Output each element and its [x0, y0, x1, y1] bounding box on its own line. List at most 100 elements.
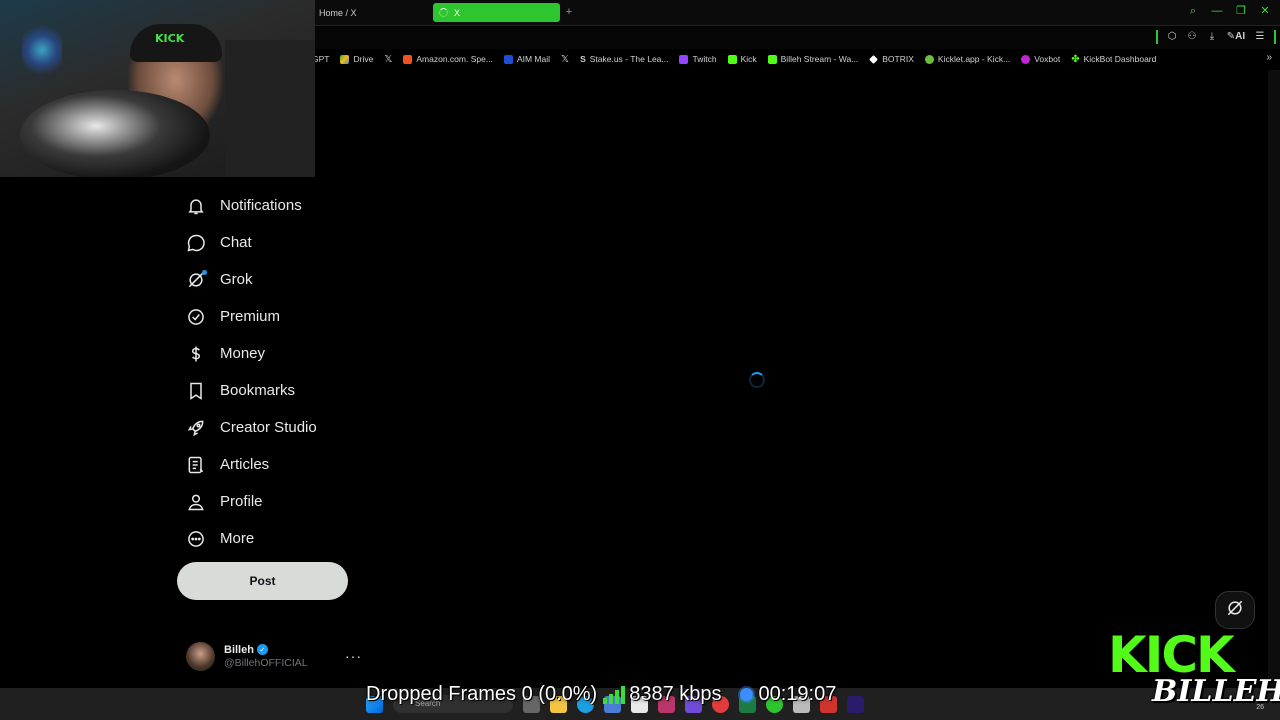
verified-check-icon: ✓ [256, 644, 268, 655]
bookmark-x-2[interactable]: 𝕏 [561, 54, 569, 65]
bookmarks-bar: GPT Drive 𝕏 Amazon.com. Spe... AIM Mail … [312, 50, 1280, 68]
webcam-overlay: KICK [0, 0, 315, 177]
rocket-icon [186, 418, 206, 438]
restore-icon[interactable]: ❐ [1234, 3, 1248, 19]
premiere-icon[interactable] [847, 695, 864, 713]
account-more-icon[interactable]: ··· [345, 648, 362, 664]
aim-icon [503, 54, 513, 64]
account-text: Billeh ✓ @BillehOFFICIAL [224, 644, 308, 669]
bookmarks-overflow-icon[interactable]: » [1266, 52, 1272, 63]
notification-dot [202, 269, 207, 275]
x-sidebar-nav: Notifications Chat Grok Premium Money Bo… [182, 187, 382, 557]
grok-floating-button[interactable] [1215, 591, 1255, 629]
bitrate: 8387 kbps [629, 683, 722, 705]
tab-x-active[interactable]: X [433, 3, 560, 22]
botrix-icon [869, 54, 879, 64]
bookmark-twitch[interactable]: Twitch [679, 54, 717, 64]
tab-active-label: X [454, 7, 461, 18]
billeh-logo-text: BILLEH [1152, 674, 1280, 709]
webcam-light [22, 20, 62, 80]
nav-item-money[interactable]: Money [182, 335, 382, 372]
webcam-dog [20, 90, 210, 177]
nav-item-premium[interactable]: Premium [182, 298, 382, 335]
kick-icon [727, 54, 737, 64]
verified-badge-icon [186, 307, 206, 327]
nav-item-articles[interactable]: Articles [182, 446, 382, 483]
nav-item-grok[interactable]: Grok [182, 261, 382, 298]
nav-item-creator-studio[interactable]: Creator Studio [182, 409, 382, 446]
stream-timer: 00:19:07 [758, 683, 837, 705]
nav-label: Chat [220, 234, 252, 251]
nav-label: Money [220, 345, 266, 362]
nav-label: Notifications [220, 197, 302, 214]
twitch-icon [679, 54, 689, 64]
extensions-icon[interactable]: ⬡ [1166, 29, 1178, 45]
record-icon [739, 688, 753, 701]
bookmark-voxbot[interactable]: Voxbot [1021, 54, 1060, 64]
account-handle: @BillehOFFICIAL [224, 656, 308, 669]
kickbot-icon: ✤ [1071, 53, 1080, 65]
toolbar-divider-right [1274, 30, 1276, 44]
nav-label: Articles [220, 456, 270, 473]
nav-label: Grok [220, 271, 253, 288]
profile-icon[interactable]: ⚇ [1186, 29, 1198, 45]
search-icon[interactable]: ⌕ [1186, 3, 1200, 19]
nav-item-more[interactable]: More [182, 520, 382, 557]
ai-icon[interactable]: ✎AI [1226, 29, 1246, 45]
new-tab-button[interactable]: + [563, 5, 575, 19]
article-icon [186, 455, 206, 475]
account-name-row: Billeh ✓ [224, 644, 308, 656]
account-switcher[interactable]: Billeh ✓ @BillehOFFICIAL [186, 640, 366, 672]
bookmark-kicklet[interactable]: Kicklet.app - Kick... [924, 54, 1010, 64]
bookmark-kick[interactable]: Kick [727, 54, 757, 64]
chat-bubble-icon [186, 233, 206, 253]
toolbar-actions: ⬡ ⚇ ⤓ ✎AI ☰ [1156, 29, 1276, 45]
x-logo-icon: 𝕏 [561, 53, 570, 65]
timer-group: 00:19:07 [739, 683, 837, 706]
toolbar-divider [1156, 30, 1158, 44]
bookmark-stake[interactable]: S Stake.us - The Lea... [580, 54, 668, 64]
bookmark-kickbot[interactable]: ✤ KickBot Dashboard [1071, 54, 1156, 65]
nav-item-profile[interactable]: Profile [182, 483, 382, 520]
bookmark-botrix[interactable]: BOTRIX [869, 54, 914, 64]
tab-home[interactable]: ‹ Home / X [312, 4, 357, 21]
webcam-chair [225, 40, 315, 177]
webcam-hat-logo: KICK [155, 32, 185, 45]
stream-stats-overlay: Dropped Frames 0 (0.0%) 8387 kbps 00:19:… [366, 683, 836, 706]
kicklet-icon [924, 54, 934, 64]
dollar-icon [186, 344, 206, 364]
bookmark-icon [186, 381, 206, 401]
kick-icon [767, 54, 777, 64]
nav-label: Premium [220, 308, 281, 325]
loading-spinner [749, 372, 765, 388]
bell-icon [186, 196, 206, 216]
bookmark-x[interactable]: 𝕏 [384, 54, 392, 65]
drive-icon [340, 54, 350, 64]
bookmark-billeh-stream[interactable]: Billeh Stream - Wa... [767, 54, 858, 64]
bitrate-group: 8387 kbps [603, 683, 722, 706]
loading-spinner-icon [439, 8, 448, 17]
download-icon[interactable]: ⤓ [1206, 29, 1218, 45]
bookmark-drive[interactable]: Drive [340, 54, 373, 64]
nav-label: Profile [220, 493, 263, 510]
nav-label: Creator Studio [220, 419, 317, 436]
tab-home-label: Home / X [319, 7, 357, 18]
dropped-frames: Dropped Frames 0 (0.0%) [366, 683, 598, 705]
nav-item-chat[interactable]: Chat [182, 224, 382, 261]
page-scrollbar[interactable] [1268, 70, 1280, 688]
amazon-icon [403, 54, 413, 64]
minimize-icon[interactable]: — [1210, 3, 1224, 19]
grok-icon [1225, 598, 1245, 623]
account-name: Billeh [224, 643, 254, 656]
menu-icon[interactable]: ☰ [1254, 29, 1266, 45]
close-icon[interactable]: ✕ [1258, 3, 1272, 19]
more-circle-icon [186, 529, 206, 549]
person-icon [186, 492, 206, 512]
signal-bars-icon [603, 685, 626, 704]
nav-item-bookmarks[interactable]: Bookmarks [182, 372, 382, 409]
bookmark-amazon[interactable]: Amazon.com. Spe... [403, 54, 493, 64]
nav-item-notifications[interactable]: Notifications [182, 187, 382, 224]
bookmark-aim-mail[interactable]: AIM Mail [503, 54, 550, 64]
post-button[interactable]: Post [177, 562, 348, 600]
window-controls: ⌕ — ❐ ✕ [1186, 3, 1272, 19]
